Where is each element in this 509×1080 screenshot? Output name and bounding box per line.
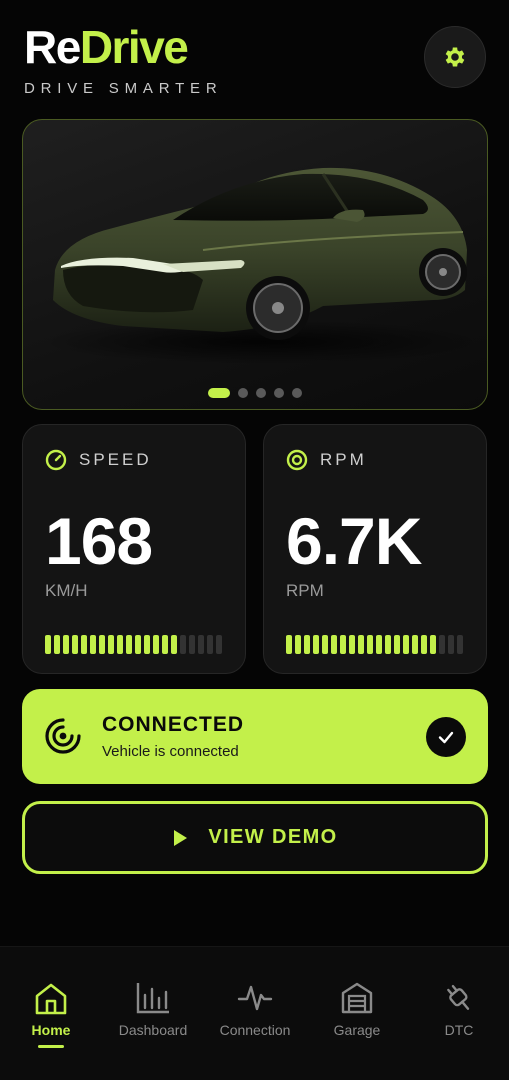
level-segment — [162, 635, 168, 654]
nav-label-connection: Connection — [219, 1022, 291, 1038]
level-segment — [349, 635, 355, 654]
rpm-value: 6.7K — [286, 504, 422, 578]
carousel-dot[interactable] — [238, 388, 248, 398]
carousel-dot[interactable] — [208, 388, 230, 398]
level-segment — [403, 635, 409, 654]
level-segment — [45, 635, 51, 654]
level-segment — [331, 635, 337, 654]
level-segment — [448, 635, 454, 654]
rpm-unit: RPM — [286, 581, 324, 600]
level-segment — [54, 635, 60, 654]
nav-item-connection[interactable]: Connection — [204, 947, 306, 1080]
nav-active-indicator — [38, 1045, 64, 1048]
bar-chart-icon — [136, 983, 169, 1014]
view-demo-label: VIEW DEMO — [208, 826, 338, 848]
nav-item-garage[interactable]: Garage — [306, 947, 408, 1080]
gear-icon — [445, 47, 465, 67]
nav-item-dtc[interactable]: DTC — [408, 947, 509, 1080]
level-segment — [367, 635, 373, 654]
speed-level-bar — [45, 635, 222, 654]
level-segment — [430, 635, 436, 654]
speed-value: 168 — [45, 504, 153, 578]
app-logo: ReDrive — [24, 22, 222, 72]
gauge-icon — [45, 449, 67, 471]
level-segment — [180, 635, 186, 654]
level-segment — [385, 635, 391, 654]
carousel-dot[interactable] — [274, 388, 284, 398]
level-segment — [421, 635, 427, 654]
nav-label-garage: Garage — [333, 1022, 381, 1038]
speed-unit: KM/H — [45, 581, 88, 600]
hero-carousel[interactable] — [22, 119, 488, 410]
car-image — [43, 167, 483, 364]
level-segment — [457, 635, 463, 654]
nav-label-dtc: DTC — [444, 1022, 474, 1038]
garage-icon — [341, 982, 373, 1014]
rpm-label: RPM — [320, 450, 367, 469]
level-segment — [304, 635, 310, 654]
plug-icon — [447, 984, 470, 1010]
level-segment — [117, 635, 123, 654]
speed-label: SPEED — [79, 450, 152, 469]
view-demo-button[interactable]: VIEW DEMO — [22, 801, 488, 874]
bottom-navigation: Home Dashboard Connection Garage DTC — [0, 946, 509, 1080]
level-segment — [412, 635, 418, 654]
level-segment — [376, 635, 382, 654]
level-segment — [135, 635, 141, 654]
play-icon — [174, 829, 188, 846]
level-segment — [72, 635, 78, 654]
level-segment — [207, 635, 213, 654]
target-icon — [286, 449, 308, 471]
speed-card: SPEED 168 KM/H — [22, 424, 246, 674]
nav-label-dashboard: Dashboard — [118, 1022, 188, 1038]
level-segment — [144, 635, 150, 654]
check-icon — [426, 717, 466, 757]
carousel-dot[interactable] — [292, 388, 302, 398]
app-tagline: DRIVE SMARTER — [24, 80, 223, 97]
level-segment — [358, 635, 364, 654]
level-segment — [171, 635, 177, 654]
settings-button[interactable] — [424, 26, 486, 88]
level-segment — [99, 635, 105, 654]
connection-title: CONNECTED — [102, 713, 245, 736]
app-header: ReDrive DRIVE SMARTER — [24, 22, 222, 97]
logo-drive: Drive — [79, 21, 189, 73]
pulse-icon — [237, 985, 273, 1011]
level-segment — [126, 635, 132, 654]
level-segment — [394, 635, 400, 654]
level-segment — [322, 635, 328, 654]
level-segment — [286, 635, 292, 654]
connection-status-card[interactable]: CONNECTED Vehicle is connected — [22, 689, 488, 784]
connection-subtitle: Vehicle is connected — [102, 743, 239, 760]
level-segment — [63, 635, 69, 654]
nav-item-dashboard[interactable]: Dashboard — [102, 947, 204, 1080]
logo-re: Re — [24, 21, 81, 73]
carousel-dots — [208, 388, 302, 398]
level-segment — [81, 635, 87, 654]
nav-item-home[interactable]: Home — [0, 947, 102, 1080]
nav-label-home: Home — [31, 1022, 71, 1038]
carousel-dot[interactable] — [256, 388, 266, 398]
level-segment — [153, 635, 159, 654]
rpm-level-bar — [286, 635, 463, 654]
level-segment — [108, 635, 114, 654]
level-segment — [295, 635, 301, 654]
signal-icon — [45, 718, 81, 754]
home-icon — [35, 983, 67, 1015]
level-segment — [313, 635, 319, 654]
level-segment — [90, 635, 96, 654]
level-segment — [216, 635, 222, 654]
level-segment — [198, 635, 204, 654]
rpm-card: RPM 6.7K RPM — [263, 424, 487, 674]
level-segment — [439, 635, 445, 654]
level-segment — [189, 635, 195, 654]
level-segment — [340, 635, 346, 654]
